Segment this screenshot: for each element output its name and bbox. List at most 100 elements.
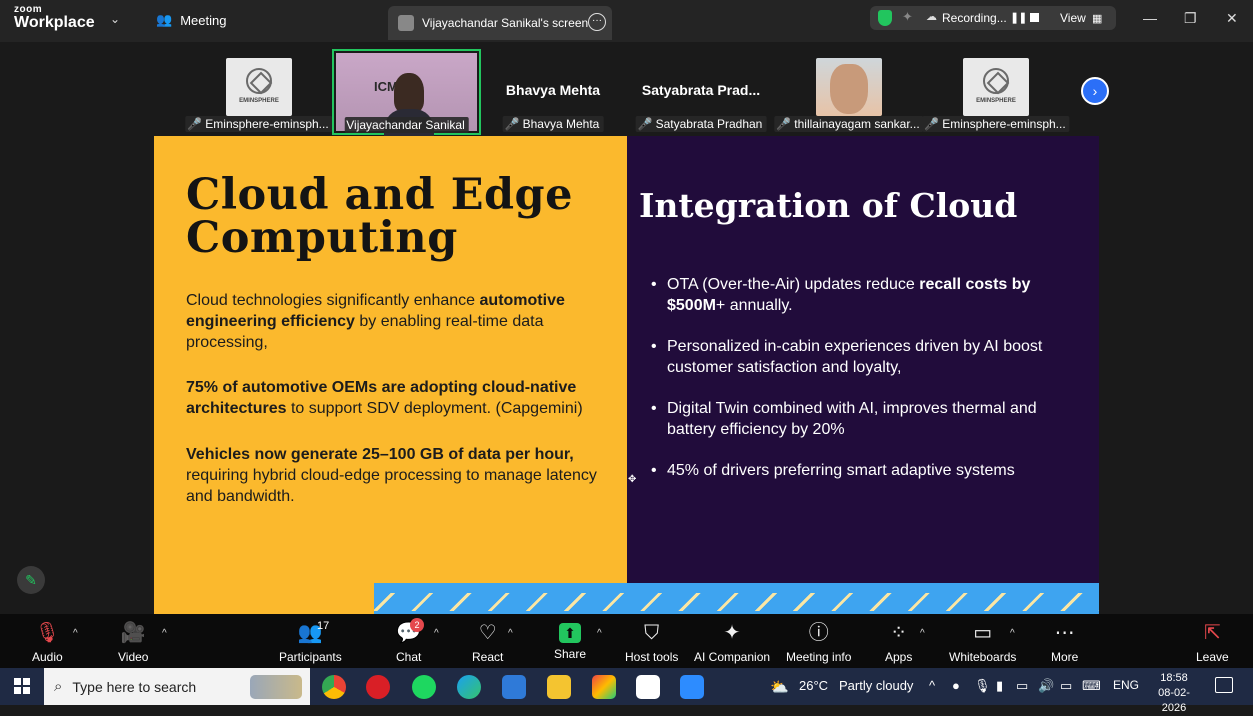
eminsphere-logo: EMINSPHERE [963, 58, 1029, 116]
chat-options-caret[interactable]: ^ [434, 628, 439, 639]
tray-app-icon[interactable]: ● [952, 678, 960, 693]
chevron-down-icon[interactable]: ⌄ [110, 12, 120, 26]
meeting-tab-label: Meeting [180, 12, 227, 28]
react-button[interactable]: ♡ React [472, 620, 503, 664]
store-icon[interactable] [636, 675, 660, 699]
chat-button[interactable]: 💬 2 Chat [396, 618, 424, 664]
outlook-icon[interactable] [502, 675, 526, 699]
participant-display-name: Satyabrata Prad... [641, 82, 761, 98]
spotify-icon[interactable] [412, 675, 436, 699]
tray-chevron-up-icon[interactable]: ^ [929, 678, 935, 693]
apps-options-caret[interactable]: ^ [920, 628, 925, 639]
search-highlight-image[interactable] [250, 675, 302, 699]
participant-label: 🎤 thillainayagam sankar... [774, 116, 924, 132]
file-explorer-icon[interactable] [547, 675, 571, 699]
share-screen-icon: ⬆ [559, 623, 582, 643]
office-icon[interactable] [592, 675, 616, 699]
logo-text: EMINSPHERE [239, 98, 279, 104]
weather-desc[interactable]: Partly cloudy [839, 678, 913, 693]
whiteboards-options-caret[interactable]: ^ [1010, 628, 1015, 639]
participant-tile[interactable]: Satyabrata Prad... 🎤 Satyabrata Pradhan [628, 50, 774, 134]
volume-icon[interactable]: 🔊 [1038, 678, 1054, 694]
participant-tile[interactable]: 🎤 thillainayagam sankar... [774, 50, 924, 134]
battery-icon[interactable]: ▭ [1060, 678, 1072, 694]
video-button[interactable]: 🎥 Video [118, 620, 148, 664]
microphone-icon[interactable]: 🎙 [974, 678, 991, 694]
clock-time: 18:58 [1160, 672, 1188, 684]
next-participants-button[interactable]: › [1081, 77, 1109, 105]
grid-view-icon[interactable]: ▦ [1092, 12, 1102, 25]
slide-bullet: 45% of drivers preferring smart adaptive… [651, 460, 1071, 481]
brand-bottom: Workplace [14, 14, 95, 31]
ai-companion-label: AI Companion [694, 650, 771, 664]
participant-strip: EMINSPHERE 🎤 Eminsphere-eminsph... ICM 2… [0, 42, 1253, 139]
participants-count: 17 [317, 620, 330, 632]
audio-button[interactable]: 🎙 Audio [32, 620, 63, 664]
participant-name: thillainayagam sankar... [794, 117, 920, 131]
status-pill: ✦ ☁ Recording... ❚❚ View ▦ [870, 6, 1116, 30]
view-button[interactable]: View [1060, 11, 1086, 25]
network-icon[interactable]: ▭ [1016, 678, 1028, 694]
share-button[interactable]: ⬆ Share [554, 620, 586, 661]
participant-label: 🎤 Eminsphere-eminsph... [185, 116, 333, 132]
ai-companion-button[interactable]: ✦ AI Companion [694, 620, 770, 664]
chat-label: Chat [396, 650, 422, 664]
search-icon: ⌕ [54, 678, 63, 695]
close-icon[interactable]: ✕ [1226, 10, 1238, 27]
chrome-icon[interactable] [322, 675, 346, 699]
participant-name: Bhavya Mehta [522, 117, 600, 131]
audio-options-caret[interactable]: ^ [73, 628, 78, 639]
leave-button[interactable]: ⇱ Leave [1196, 620, 1229, 664]
recording-label: Recording... [942, 11, 1007, 25]
more-options-icon[interactable]: ··· [588, 13, 606, 31]
tray-app-icon[interactable]: ▮ [996, 678, 1003, 694]
cloud-recording-icon: ☁ [926, 11, 937, 23]
opera-icon[interactable] [366, 675, 390, 699]
meeting-info-button[interactable]: ⓘ Meeting info [786, 620, 851, 664]
zoom-taskbar-icon[interactable] [680, 675, 704, 699]
shared-screen-tab[interactable]: Vijayachandar Sanikal's screen ··· [388, 6, 612, 40]
participant-name: Satyabrata Pradhan [655, 117, 763, 131]
slide-paragraph-1: Cloud technologies significantly enhance… [186, 292, 565, 351]
slide-right-panel: Integration of Cloud OTA (Over-the-Air) … [627, 136, 1099, 583]
weather-temp[interactable]: 26°C [799, 678, 828, 693]
mic-muted-icon: 🎤 [924, 117, 940, 131]
keyboard-icon[interactable]: ⌨ [1082, 678, 1101, 694]
participant-tile[interactable]: EMINSPHERE 🎤 Eminsphere-eminsph... [185, 50, 333, 134]
apps-button[interactable]: ⁘ Apps [885, 620, 912, 664]
ai-spark-icon[interactable]: ✦ [902, 9, 913, 25]
language-indicator[interactable]: ENG [1113, 678, 1139, 692]
host-tools-button[interactable]: ⛉ Host tools [625, 620, 678, 664]
react-options-caret[interactable]: ^ [508, 628, 513, 639]
minimize-icon[interactable]: — [1143, 10, 1157, 26]
shield-icon[interactable] [878, 10, 892, 26]
participants-button[interactable]: 👥 17 Participants [279, 620, 342, 664]
whiteboards-button[interactable]: ▭ Whiteboards [949, 620, 1016, 664]
video-options-caret[interactable]: ^ [162, 628, 167, 639]
pause-recording-icon[interactable]: ❚❚ [1010, 11, 1027, 24]
zoom-workplace-logo[interactable]: zoom Workplace [14, 5, 95, 31]
leave-icon: ⇱ [1203, 622, 1221, 644]
participant-tile[interactable]: Bhavya Mehta 🎤 Bhavya Mehta [483, 50, 623, 134]
participant-display-name: Bhavya Mehta [505, 82, 601, 98]
edge-icon[interactable] [457, 675, 481, 699]
notification-icon[interactable] [1215, 677, 1233, 693]
participant-name: Vijayachandar Sanikal [346, 118, 465, 132]
host-tools-label: Host tools [625, 650, 679, 664]
share-label: Share [554, 647, 587, 661]
windows-start-icon[interactable] [14, 678, 30, 694]
slide-paragraph-3: Vehicles now generate 25–100 GB of data … [186, 446, 597, 505]
taskbar-clock[interactable]: 18:58 08-02-2026 [1146, 671, 1202, 716]
restore-icon[interactable]: ❐ [1184, 10, 1197, 27]
meeting-tab[interactable]: 👥 Meeting [156, 12, 226, 28]
share-options-caret[interactable]: ^ [597, 628, 602, 639]
active-speaker-tile[interactable]: ICM 26 Vijayachandar Sanikal [332, 49, 481, 139]
more-button[interactable]: ⋯ More [1051, 620, 1078, 664]
weather-icon[interactable]: ⛅ [770, 678, 789, 696]
participant-tile[interactable]: EMINSPHERE 🎤 Eminsphere-eminsph... [922, 50, 1070, 134]
mic-muted-icon: 🎙 [34, 622, 61, 644]
apps-label: Apps [885, 650, 913, 664]
annotate-pen-button[interactable]: ✎ [17, 566, 45, 594]
participant-label: 🎤 Bhavya Mehta [502, 116, 604, 132]
stop-recording-icon[interactable] [1030, 13, 1039, 22]
